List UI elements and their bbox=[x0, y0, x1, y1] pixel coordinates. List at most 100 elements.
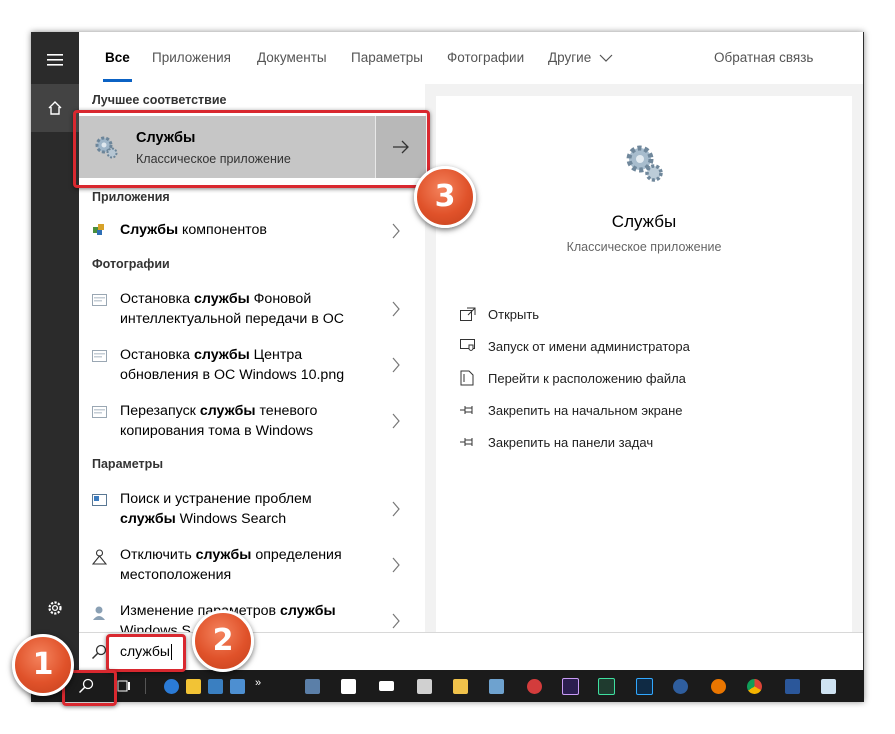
taskbar: » bbox=[31, 670, 864, 702]
section-settings: Параметры bbox=[92, 457, 163, 471]
taskbar-divider bbox=[145, 678, 146, 694]
tab-all[interactable]: Все bbox=[103, 32, 132, 84]
row-text-post: Windows Search bbox=[175, 511, 287, 527]
image-file-icon bbox=[92, 349, 107, 367]
photoshop-icon bbox=[635, 677, 653, 695]
overflow-button[interactable]: » bbox=[245, 670, 271, 696]
home-button[interactable] bbox=[31, 84, 79, 132]
pin-icon bbox=[460, 434, 480, 450]
action-pin-start[interactable]: Закрепить на начальном экране bbox=[460, 400, 683, 420]
feedback-link[interactable]: Обратная связь bbox=[714, 32, 813, 84]
cinema4d-button[interactable] bbox=[667, 673, 693, 699]
step-badge-3: 3 bbox=[414, 166, 476, 228]
pin-icon bbox=[460, 402, 480, 418]
list-item[interactable]: Изменение параметров службы Windows S bbox=[79, 601, 425, 632]
user-settings-icon bbox=[92, 605, 107, 625]
box-icon bbox=[207, 678, 223, 694]
tab-apps[interactable]: Приложения bbox=[152, 32, 231, 84]
list-item[interactable]: Службы компонентов bbox=[79, 220, 425, 242]
row-text-line2: местоположения bbox=[120, 567, 232, 583]
gear-icon bbox=[48, 601, 62, 615]
row-text-line1: Поиск и устранение проблем bbox=[120, 491, 312, 507]
row-text-post: определения bbox=[251, 547, 342, 563]
list-item[interactable]: Остановка службы Фоновой интеллектуальной… bbox=[79, 289, 425, 329]
hamburger-menu-button[interactable] bbox=[31, 36, 79, 84]
audition-icon bbox=[597, 677, 615, 695]
shield-admin-icon bbox=[460, 338, 480, 354]
id-card-icon bbox=[229, 678, 245, 694]
row-text-post: Фоновой bbox=[249, 291, 312, 307]
app-actions-list: Открыть Запуск от имени администратора П… bbox=[436, 284, 852, 632]
word-icon bbox=[784, 678, 800, 694]
record-button[interactable] bbox=[521, 673, 547, 699]
cinema4d-icon bbox=[672, 678, 688, 694]
row-bold: службы bbox=[193, 291, 250, 307]
photoshop-button[interactable] bbox=[631, 673, 657, 699]
section-best-match: Лучшее соответствие bbox=[92, 93, 227, 107]
chevron-right-icon bbox=[392, 557, 400, 573]
section-photos: Фотографии bbox=[92, 257, 170, 271]
row-bold: службы bbox=[195, 547, 252, 563]
list-item[interactable]: Отключить службы определения местоположен… bbox=[79, 545, 425, 585]
chevron-right-icon bbox=[392, 301, 400, 317]
photos-icon bbox=[488, 678, 504, 694]
highlight-best-match bbox=[73, 110, 430, 188]
list-item[interactable]: Поиск и устранение проблем службы Windows… bbox=[79, 489, 425, 529]
list-item[interactable]: Перезапуск службы теневого копирования то… bbox=[79, 401, 425, 441]
explorer-icon bbox=[452, 678, 468, 694]
row-rest: компонентов bbox=[178, 222, 267, 238]
word-button[interactable] bbox=[779, 673, 805, 699]
action-label: Закрепить на начальном экране bbox=[488, 402, 683, 418]
chrome-icon bbox=[746, 678, 762, 694]
chevron-right-icon bbox=[392, 357, 400, 373]
overflow-icon: » bbox=[254, 677, 262, 689]
store-button[interactable] bbox=[335, 673, 361, 699]
action-pin-taskbar[interactable]: Закрепить на панели задач bbox=[460, 432, 653, 452]
mail-button[interactable] bbox=[373, 673, 399, 699]
rdp-button[interactable] bbox=[299, 673, 325, 699]
blender-button[interactable] bbox=[705, 673, 731, 699]
notepad-button[interactable] bbox=[815, 673, 841, 699]
row-bold: службы bbox=[279, 603, 336, 619]
store-icon bbox=[340, 678, 356, 694]
detail-title: Службы bbox=[611, 212, 677, 231]
chevron-right-icon bbox=[392, 223, 400, 239]
action-label: Открыть bbox=[488, 306, 540, 322]
mail-icon bbox=[378, 681, 394, 691]
action-open[interactable]: Открыть bbox=[460, 304, 539, 324]
step-badge-2: 2 bbox=[192, 610, 254, 672]
action-run-as-admin[interactable]: Запуск от имени администратора bbox=[460, 336, 690, 356]
row-text-line2: обновления в ОС Windows 10.png bbox=[120, 367, 345, 383]
settings-button[interactable] bbox=[31, 584, 79, 632]
row-text-post: теневого bbox=[255, 403, 318, 419]
edge-icon bbox=[163, 678, 179, 694]
tab-photos[interactable]: Фотографии bbox=[447, 32, 524, 84]
action-open-file-location[interactable]: Перейти к расположению файла bbox=[460, 368, 686, 388]
calculator-button[interactable] bbox=[411, 673, 437, 699]
row-text-pre: Остановка bbox=[120, 291, 194, 307]
calculator-icon bbox=[416, 678, 432, 694]
file-location-icon bbox=[460, 370, 480, 386]
chevron-right-icon bbox=[392, 613, 400, 629]
section-apps: Приложения bbox=[92, 190, 170, 204]
action-label: Запуск от имени администратора bbox=[488, 338, 690, 354]
audition-button[interactable] bbox=[593, 673, 619, 699]
chrome-button[interactable] bbox=[741, 673, 767, 699]
tab-documents[interactable]: Документы bbox=[257, 32, 327, 84]
row-text-line2: копирования тома в Windows bbox=[120, 423, 314, 439]
row-text-pre: Изменение параметров bbox=[120, 603, 280, 619]
app-detail-header: Службы Классическое приложение bbox=[436, 96, 852, 284]
notepad-icon bbox=[820, 678, 836, 694]
action-label: Закрепить на панели задач bbox=[488, 434, 654, 450]
home-icon bbox=[48, 101, 62, 115]
detail-subtitle: Классическое приложение bbox=[566, 240, 722, 254]
tab-settings[interactable]: Параметры bbox=[351, 32, 423, 84]
after-effects-icon bbox=[561, 677, 579, 695]
after-effects-button[interactable] bbox=[557, 673, 583, 699]
chevron-down-icon bbox=[599, 54, 613, 62]
tab-other[interactable]: Другие bbox=[548, 32, 613, 84]
list-item[interactable]: Остановка службы Центра обновления в ОС W… bbox=[79, 345, 425, 385]
row-text-pre: Отключить bbox=[120, 547, 196, 563]
photos-button[interactable] bbox=[483, 673, 509, 699]
explorer-button[interactable] bbox=[447, 673, 473, 699]
